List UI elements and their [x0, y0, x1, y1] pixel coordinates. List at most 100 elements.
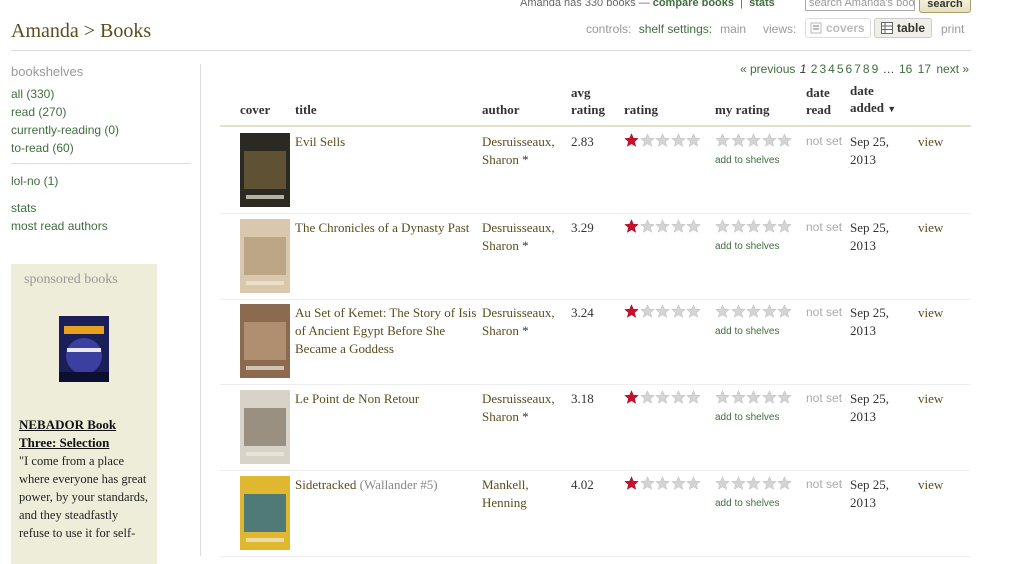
author-link[interactable]: Desruisseaux, Sharon * [482, 219, 570, 255]
sponsored-book-title-link[interactable]: NEBADOR Book Three: Selection [19, 416, 149, 452]
book-title-link[interactable]: Sidetracked (Wallander #5) [295, 476, 480, 494]
sponsored-book-cover[interactable] [59, 316, 109, 382]
next-page-link[interactable]: next » [936, 62, 969, 76]
page-link[interactable]: 4 [828, 62, 835, 76]
page-link[interactable]: 2 [811, 62, 818, 76]
date-read[interactable]: not set [806, 391, 842, 405]
star-icon[interactable] [730, 390, 746, 405]
print-link[interactable]: print [941, 20, 964, 38]
star-icon[interactable] [746, 476, 761, 491]
book-cover[interactable] [240, 304, 290, 378]
my-rating-stars[interactable] [715, 304, 795, 319]
stats-link[interactable]: stats [11, 199, 191, 217]
book-cover[interactable] [240, 476, 290, 550]
book-title-link[interactable]: The Chronicles of a Dynasty Past [295, 219, 480, 237]
star-icon[interactable] [715, 476, 730, 491]
header-title[interactable]: title [295, 101, 317, 118]
star-icon[interactable] [715, 219, 730, 234]
view-link[interactable]: view [918, 391, 943, 407]
page-link[interactable]: 5 [837, 62, 844, 76]
my-rating-stars[interactable] [715, 133, 795, 148]
star-icon[interactable] [730, 219, 746, 234]
star-icon[interactable] [761, 390, 777, 405]
author-link[interactable]: Desruisseaux, Sharon * [482, 304, 570, 340]
header-my-rating[interactable]: my rating [715, 101, 770, 118]
shelf-lol-no-link[interactable]: lol-no (1) [11, 172, 191, 190]
shelf-settings-value[interactable]: main [720, 22, 746, 36]
book-cover[interactable] [240, 390, 290, 464]
compare-books-link[interactable]: compare books [653, 0, 734, 9]
star-icon[interactable] [761, 133, 777, 148]
star-icon[interactable] [761, 219, 777, 234]
previous-page-link[interactable]: « previous [740, 62, 795, 76]
star-icon[interactable] [777, 476, 792, 491]
date-read[interactable]: not set [806, 220, 842, 234]
my-rating-stars[interactable] [715, 476, 795, 491]
star-icon[interactable] [715, 133, 730, 148]
date-read[interactable]: not set [806, 134, 842, 148]
book-cover[interactable] [240, 219, 290, 293]
author-link[interactable]: Mankell, Henning [482, 476, 570, 512]
star-icon[interactable] [761, 476, 777, 491]
star-icon[interactable] [746, 390, 761, 405]
star-icon[interactable] [777, 304, 792, 319]
header-author[interactable]: author [482, 101, 520, 118]
view-link[interactable]: view [918, 477, 943, 493]
star-icon[interactable] [777, 133, 792, 148]
star-icon[interactable] [715, 304, 730, 319]
shelf-settings-link[interactable]: shelf settings: [639, 22, 716, 36]
date-read[interactable]: not set [806, 477, 842, 491]
book-title-link[interactable]: Evil Sells [295, 133, 480, 151]
date-read[interactable]: not set [806, 305, 842, 319]
add-to-shelves-link[interactable]: add to shelves [715, 326, 780, 337]
view-link[interactable]: view [918, 305, 943, 321]
book-title: Evil Sells [295, 134, 346, 149]
star-icon[interactable] [746, 219, 761, 234]
page-link[interactable]: 9 [872, 62, 879, 76]
header-avg-rating[interactable]: avg rating [571, 84, 613, 118]
star-icon[interactable] [761, 304, 777, 319]
star-icon[interactable] [777, 219, 792, 234]
add-to-shelves-link[interactable]: add to shelves [715, 155, 780, 166]
page-link[interactable]: 8 [863, 62, 870, 76]
page-link[interactable]: 7 [854, 62, 861, 76]
page-link[interactable]: 17 [918, 62, 931, 76]
my-rating-stars[interactable] [715, 219, 795, 234]
author-link[interactable]: Desruisseaux, Sharon * [482, 133, 570, 169]
star-icon[interactable] [730, 476, 746, 491]
page-link[interactable]: 16 [899, 62, 912, 76]
stats-top-link[interactable]: stats [749, 0, 775, 9]
header-date-read[interactable]: date read [806, 84, 838, 118]
add-to-shelves-link[interactable]: add to shelves [715, 412, 780, 423]
book-title-link[interactable]: Le Point de Non Retour [295, 390, 480, 408]
my-rating-stars[interactable] [715, 390, 795, 405]
book-cover[interactable] [240, 133, 290, 207]
search-button[interactable]: search [919, 0, 971, 13]
view-link[interactable]: view [918, 134, 943, 150]
star-icon[interactable] [730, 133, 746, 148]
view-table-button[interactable]: table [874, 18, 932, 38]
author-link[interactable]: Desruisseaux, Sharon * [482, 390, 570, 426]
rating-stars [624, 219, 704, 234]
header-rating[interactable]: rating [624, 101, 658, 118]
page-link[interactable]: 3 [819, 62, 826, 76]
star-icon[interactable] [715, 390, 730, 405]
shelf-currently-reading-link[interactable]: currently-reading (0) [11, 121, 191, 139]
star-icon[interactable] [777, 390, 792, 405]
header-date-added[interactable]: date added ▼ [850, 82, 898, 118]
search-input[interactable]: search Amanda's books [805, 0, 915, 11]
book-title-link[interactable]: Au Set of Kemet: The Story of Isis of An… [295, 304, 480, 358]
page-link[interactable]: 6 [846, 62, 853, 76]
shelf-all-link[interactable]: all (330) [11, 85, 191, 103]
most-read-authors-link[interactable]: most read authors [11, 217, 191, 235]
add-to-shelves-link[interactable]: add to shelves [715, 498, 780, 509]
star-icon[interactable] [730, 304, 746, 319]
add-to-shelves-link[interactable]: add to shelves [715, 241, 780, 252]
shelf-to-read-link[interactable]: to-read (60) [11, 139, 191, 157]
view-covers-button[interactable]: covers [805, 18, 871, 38]
star-icon[interactable] [746, 133, 761, 148]
star-icon[interactable] [746, 304, 761, 319]
header-cover[interactable]: cover [240, 101, 270, 118]
shelf-read-link[interactable]: read (270) [11, 103, 191, 121]
view-link[interactable]: view [918, 220, 943, 236]
